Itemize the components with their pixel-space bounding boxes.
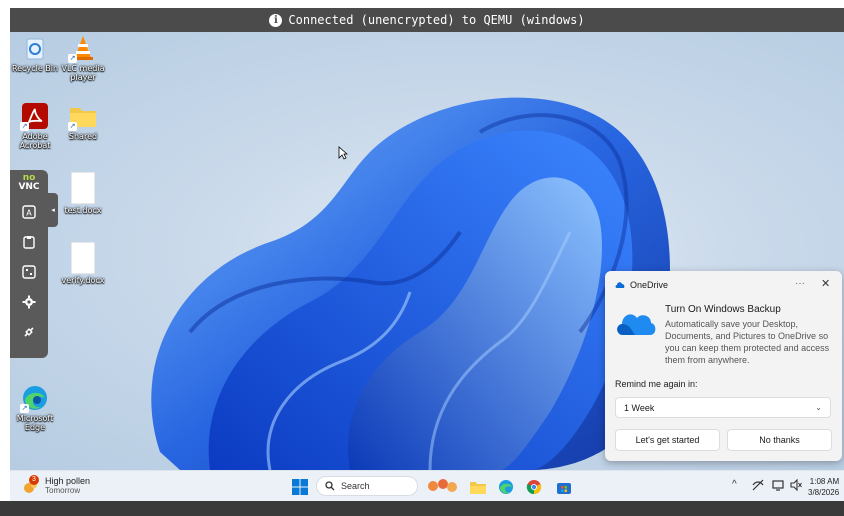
desktop-icon-shared[interactable]: ↗ Shared: [58, 102, 108, 141]
mouse-cursor-icon: [338, 146, 348, 160]
disconnect-button[interactable]: [17, 320, 41, 344]
file-explorer-icon: [470, 482, 486, 494]
notification-header: OneDrive: [615, 280, 668, 290]
novnc-logo: no VNC: [18, 173, 40, 192]
shortcut-arrow-icon: ↗: [20, 404, 29, 413]
clock-time: 1:08 AM: [809, 477, 840, 486]
edge-icon: [499, 480, 513, 494]
weather-badge: 3: [29, 475, 39, 485]
document-icon: [70, 171, 96, 205]
taskbar-file-explorer[interactable]: [468, 477, 488, 497]
novnc-control-panel: no VNC A: [10, 170, 48, 358]
search-icon: [325, 481, 335, 491]
adobe-acrobat-icon: ↗: [20, 102, 49, 131]
network-disconnected-icon[interactable]: [752, 479, 764, 491]
taskbar-search-box[interactable]: Search: [316, 476, 418, 496]
shortcut-arrow-icon: ↗: [68, 122, 77, 131]
store-icon: [557, 483, 571, 494]
vnc-connection-banner: i Connected (unencrypted) to QEMU (windo…: [10, 8, 844, 32]
desktop-icon-label: Recycle Bin: [11, 64, 59, 73]
people-illustration-icon: [428, 479, 457, 492]
shortcut-arrow-icon: ↗: [68, 54, 77, 63]
weather-pollen-icon: 3: [22, 475, 40, 495]
taskbar-chrome[interactable]: [524, 477, 544, 497]
windows-logo-icon: [292, 479, 308, 495]
recycle-bin-icon: [21, 34, 49, 62]
onedrive-large-cloud-icon: [617, 314, 656, 335]
desktop-icon-label: Adobe Acrobat: [19, 132, 51, 150]
clipboard-button[interactable]: [17, 230, 41, 254]
gear-icon: [22, 295, 36, 309]
vnc-banner-text: Connected (unencrypted) to QEMU (windows…: [288, 13, 585, 27]
notification-title: Turn On Windows Backup: [665, 304, 781, 315]
keyboard-icon: A: [22, 205, 36, 219]
fullscreen-button[interactable]: [17, 260, 41, 284]
notification-body: Automatically save your Desktop, Documen…: [665, 319, 830, 365]
desktop-icon-verify-docx[interactable]: verify.docx: [58, 241, 108, 285]
no-thanks-button[interactable]: No thanks: [727, 429, 832, 451]
system-clock[interactable]: 1:08 AM 3/8/2026: [808, 476, 839, 498]
desktop-icon-vlc[interactable]: ↗ VLC media player: [58, 34, 108, 82]
folder-icon: ↗: [68, 102, 97, 131]
taskbar-widget-people[interactable]: [424, 477, 460, 497]
lets-get-started-button[interactable]: Let's get started: [615, 429, 720, 451]
onedrive-cloud-icon: [615, 282, 625, 288]
taskbar-store[interactable]: [554, 477, 574, 497]
clipboard-icon: [23, 236, 35, 249]
desktop-icon-label: VLC media player: [61, 64, 105, 82]
fullscreen-icon: [22, 265, 36, 279]
desktop-icon-test-docx[interactable]: test.docx: [58, 171, 108, 215]
close-notification-button[interactable]: ✕: [821, 277, 830, 290]
info-icon: i: [269, 13, 283, 27]
search-placeholder: Search: [341, 481, 370, 491]
svg-text:A: A: [26, 209, 32, 218]
start-button[interactable]: [290, 477, 310, 497]
chevron-down-icon: ⌄: [815, 403, 822, 412]
desktop-icon-label: verify.docx: [61, 276, 105, 285]
onedrive-notification: OneDrive ··· ✕ Turn On Windows Backup Au…: [605, 271, 842, 461]
shortcut-arrow-icon: ↗: [20, 122, 29, 131]
edge-icon: ↗: [20, 384, 49, 413]
taskbar-edge[interactable]: [496, 477, 516, 497]
settings-button[interactable]: [17, 290, 41, 314]
desktop-icon-label: test.docx: [64, 206, 102, 215]
clock-date: 3/8/2026: [808, 488, 840, 497]
weather-widget[interactable]: 3 High pollen Tomorrow: [22, 475, 91, 496]
keyboard-button[interactable]: A: [17, 200, 41, 224]
novnc-panel-handle[interactable]: ◂: [48, 193, 58, 227]
desktop-icon-label: Shared: [68, 132, 98, 141]
chrome-icon: [526, 480, 542, 495]
taskbar: 3 High pollen Tomorrow Search ^ 1:08 AM …: [10, 470, 844, 502]
vlc-cone-icon: ↗: [68, 34, 97, 63]
display-icon[interactable]: [772, 479, 784, 491]
document-icon: [70, 241, 96, 275]
disconnect-icon: [24, 327, 34, 337]
notification-app-name: OneDrive: [630, 280, 669, 290]
weather-title: High pollen: [45, 476, 91, 486]
remind-label: Remind me again in:: [615, 379, 698, 389]
chevron-left-icon: ◂: [51, 206, 55, 214]
remind-interval-value: 1 Week: [624, 402, 655, 413]
desktop-icon-recycle-bin[interactable]: Recycle Bin: [10, 34, 60, 73]
show-hidden-icons-chevron-up-icon[interactable]: ^: [732, 479, 737, 490]
more-options-button[interactable]: ···: [795, 278, 805, 289]
desktop-icon-label: Microsoft Edge: [16, 414, 54, 432]
desktop-icon-microsoft-edge[interactable]: ↗ Microsoft Edge: [10, 384, 60, 432]
desktop-icon-adobe-acrobat[interactable]: ↗ Adobe Acrobat: [10, 102, 60, 150]
weather-subtitle: Tomorrow: [45, 486, 81, 495]
speaker-muted-icon[interactable]: [790, 479, 802, 491]
remind-interval-dropdown[interactable]: 1 Week ⌄: [615, 397, 831, 418]
vnc-bottom-border: [0, 501, 844, 516]
